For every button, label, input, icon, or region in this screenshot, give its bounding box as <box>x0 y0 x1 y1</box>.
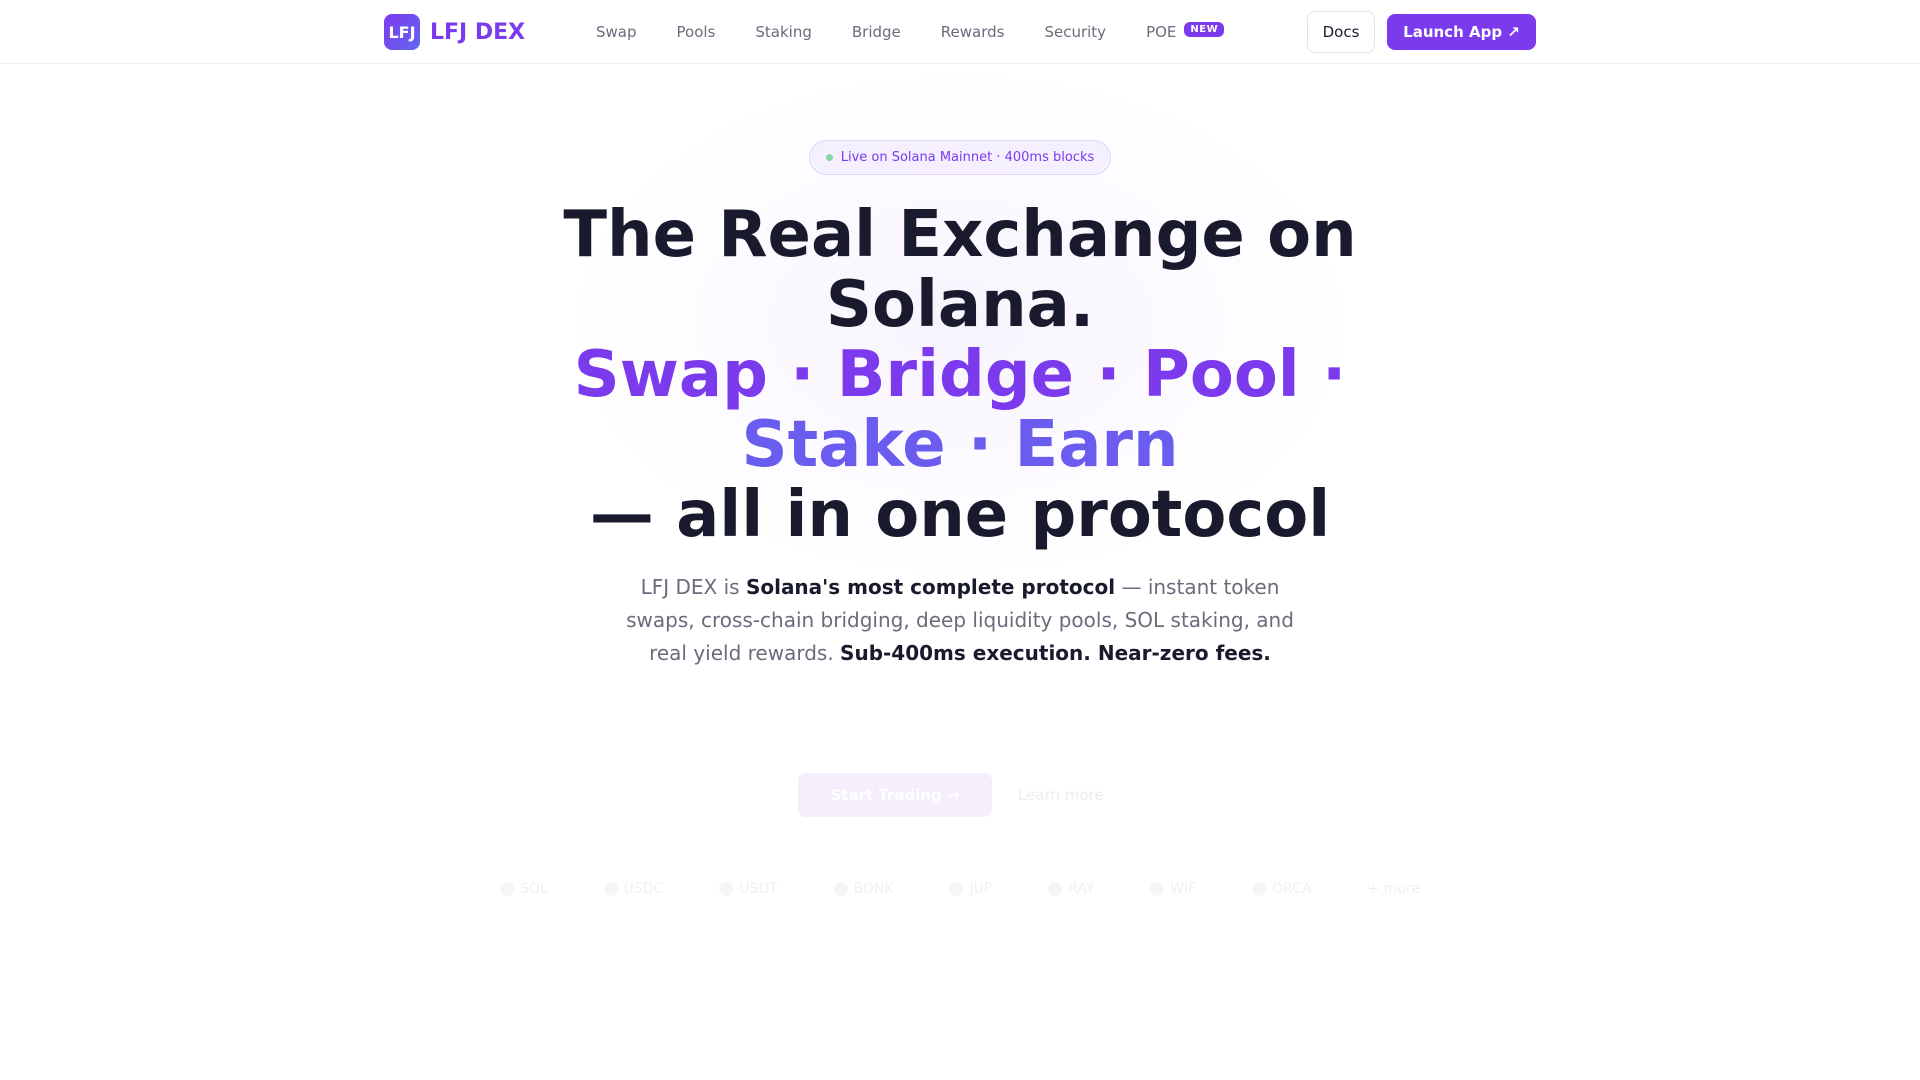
desc-bold-2: Sub-400ms execution. Near-zero fees. <box>840 641 1271 665</box>
status-pill: Live on Solana Mainnet · 400ms blocks <box>809 140 1111 175</box>
status-pill-text: Live on Solana Mainnet · 400ms blocks <box>840 150 1095 165</box>
new-badge: NEW <box>1184 21 1225 37</box>
desc-bold-1: Solana's most complete protocol <box>745 575 1116 599</box>
token-label: USDC <box>623 881 664 897</box>
nav-link-poe[interactable]: POE NEW <box>1146 21 1225 41</box>
token-icon <box>833 882 848 896</box>
token-icon <box>719 882 734 896</box>
token-icon <box>603 882 618 896</box>
cta-row: Start Trading → Learn more <box>798 773 1104 817</box>
nav-link-poe-label: POE <box>1146 23 1177 41</box>
top-navbar: LFJ LFJ DEX Swap Pools Staking Bridge Re… <box>0 0 1920 64</box>
token-label: JUP <box>969 881 993 897</box>
token-item: JUP <box>949 881 992 897</box>
token-item-more: + more <box>1368 881 1420 897</box>
desc-part-1: LFJ DEX is <box>640 575 746 599</box>
token-item: SOL <box>500 881 548 897</box>
headline-accent-line-1: Swap · Bridge · Pool · <box>573 338 1347 412</box>
nav-link-swap[interactable]: Swap <box>596 23 637 41</box>
token-icon <box>1252 882 1267 896</box>
hero-headline: The Real Exchange on Solana. Swap · Brid… <box>460 200 1460 550</box>
nav-link-rewards[interactable]: Rewards <box>941 23 1005 41</box>
token-label: USDT <box>739 881 778 897</box>
token-item: WIF <box>1150 881 1196 897</box>
brand-logo[interactable]: LFJ LFJ DEX <box>384 14 525 50</box>
token-strip: SOL USDC USDT BONK JUP RAY WIF ORCA + mo… <box>500 877 1420 901</box>
token-label: SOL <box>520 881 548 897</box>
token-label: BONK <box>853 881 894 897</box>
token-icon <box>949 882 964 896</box>
headline-line-2: Solana. <box>825 268 1095 342</box>
headline-line-3: — all in one protocol <box>589 478 1331 552</box>
token-icon <box>1150 882 1165 896</box>
token-more-label: + more <box>1367 881 1420 897</box>
token-item: USDC <box>603 881 664 897</box>
token-item: RAY <box>1048 881 1094 897</box>
token-item: ORCA <box>1252 881 1312 897</box>
hero-description: LFJ DEX is Solana's most complete protoc… <box>620 571 1300 670</box>
token-item: USDT <box>719 881 778 897</box>
nav-link-pools[interactable]: Pools <box>677 23 716 41</box>
learn-more-link[interactable]: Learn more <box>1018 786 1104 804</box>
start-trading-button[interactable]: Start Trading → <box>798 773 992 817</box>
token-label: WIF <box>1170 881 1197 897</box>
nav-links: Swap Pools Staking Bridge Rewards Securi… <box>596 0 1264 64</box>
token-item: BONK <box>833 881 894 897</box>
nav-link-staking[interactable]: Staking <box>755 23 811 41</box>
nav-link-bridge[interactable]: Bridge <box>852 23 901 41</box>
token-label: RAY <box>1068 881 1095 897</box>
token-icon <box>1048 882 1063 896</box>
launch-app-button[interactable]: Launch App ↗ <box>1387 14 1536 50</box>
live-dot-icon <box>825 154 833 161</box>
nav-link-security[interactable]: Security <box>1044 23 1106 41</box>
headline-accent-line-2: Stake · Earn <box>741 408 1179 482</box>
brand-name: LFJ DEX <box>430 19 526 45</box>
token-label: ORCA <box>1272 881 1312 897</box>
headline-line-1: The Real Exchange on <box>563 198 1357 272</box>
token-icon <box>500 882 514 896</box>
logo-mark-icon: LFJ <box>384 14 420 50</box>
docs-button[interactable]: Docs <box>1307 11 1375 53</box>
